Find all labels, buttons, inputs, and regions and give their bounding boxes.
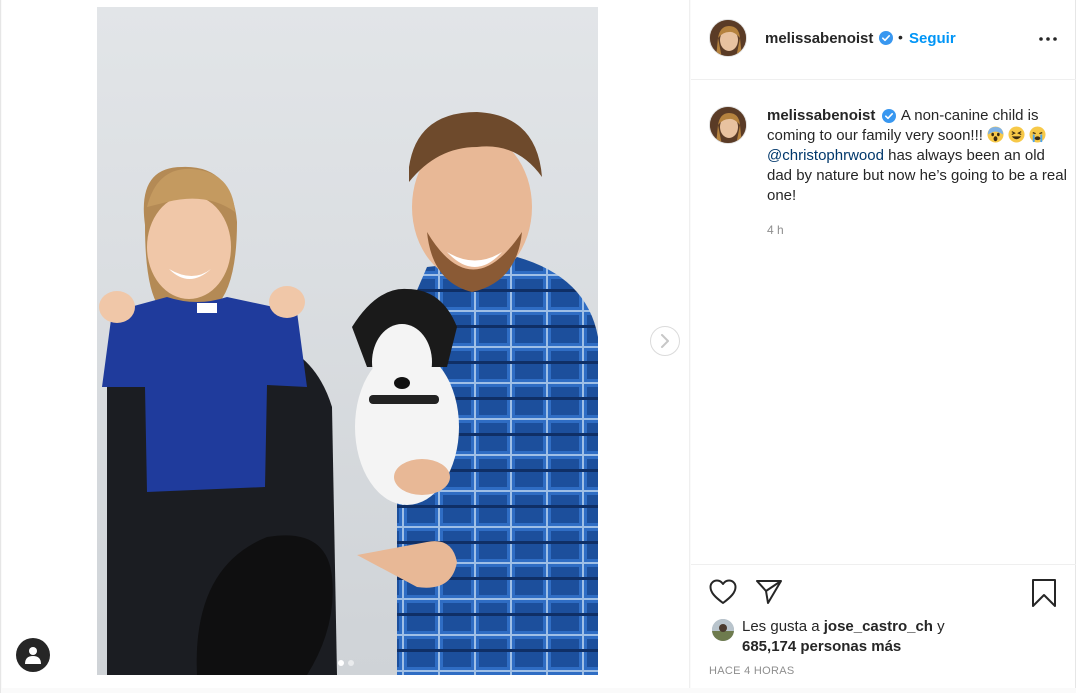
photo-illustration	[97, 7, 598, 675]
like-button[interactable]	[709, 579, 737, 610]
more-options-icon	[1039, 37, 1057, 41]
liker-username[interactable]: jose_castro_ch	[824, 618, 933, 635]
liker-avatar-image	[712, 619, 734, 641]
likes-summary: Les gusta a jose_castro_ch y 685,174 per…	[742, 617, 945, 657]
avatar-image	[710, 20, 746, 56]
carousel-indicator	[338, 660, 354, 666]
mention-link[interactable]: @christophrwood	[767, 147, 884, 164]
post-header: melissabenoist • Seguir	[691, 0, 1076, 80]
post-actions: Les gusta a jose_castro_ch y 685,174 per…	[691, 564, 1076, 688]
more-options-button[interactable]	[1037, 30, 1059, 48]
verified-badge-icon	[879, 31, 893, 45]
crying-face-icon	[1029, 126, 1046, 143]
liker-avatar[interactable]	[712, 619, 734, 641]
chevron-right-icon	[661, 334, 669, 348]
avatar-image	[710, 107, 746, 143]
carousel-dot	[348, 660, 354, 666]
account-button[interactable]	[16, 638, 50, 672]
follow-button[interactable]: Seguir	[909, 30, 956, 47]
likes-prefix: Les gusta a	[742, 618, 820, 635]
paper-plane-icon	[756, 580, 782, 604]
grinning-squinting-face-icon	[1008, 126, 1025, 143]
post-timestamp[interactable]: HACE 4 HORAS	[709, 665, 795, 677]
post-caption: melissabenoist A non-canine child is com…	[767, 106, 1067, 206]
bookmark-icon	[1032, 579, 1056, 607]
heart-icon	[709, 579, 737, 604]
save-button[interactable]	[1031, 578, 1057, 613]
likes-count[interactable]: 685,174 personas más	[742, 638, 901, 655]
separator-bullet: •	[898, 29, 903, 45]
post-side-panel: melissabenoist • Seguir melissabenoist A…	[691, 0, 1076, 688]
post-media	[2, 0, 690, 688]
post-photo[interactable]	[97, 7, 598, 675]
avatar[interactable]	[709, 19, 747, 57]
caption-avatar[interactable]	[709, 106, 747, 144]
share-button[interactable]	[755, 579, 783, 610]
carousel-dot-active	[338, 660, 344, 666]
user-icon	[25, 647, 41, 664]
caption-relative-time[interactable]: 4 h	[767, 223, 784, 237]
post-dialog: melissabenoist • Seguir melissabenoist A…	[0, 0, 1076, 693]
header-username[interactable]: melissabenoist	[765, 30, 873, 47]
screaming-face-icon	[987, 126, 1004, 143]
likes-conjunction: y	[937, 618, 945, 635]
next-slide-button[interactable]	[650, 326, 680, 356]
caption-username[interactable]: melissabenoist	[767, 107, 875, 124]
verified-badge-icon	[881, 109, 896, 124]
